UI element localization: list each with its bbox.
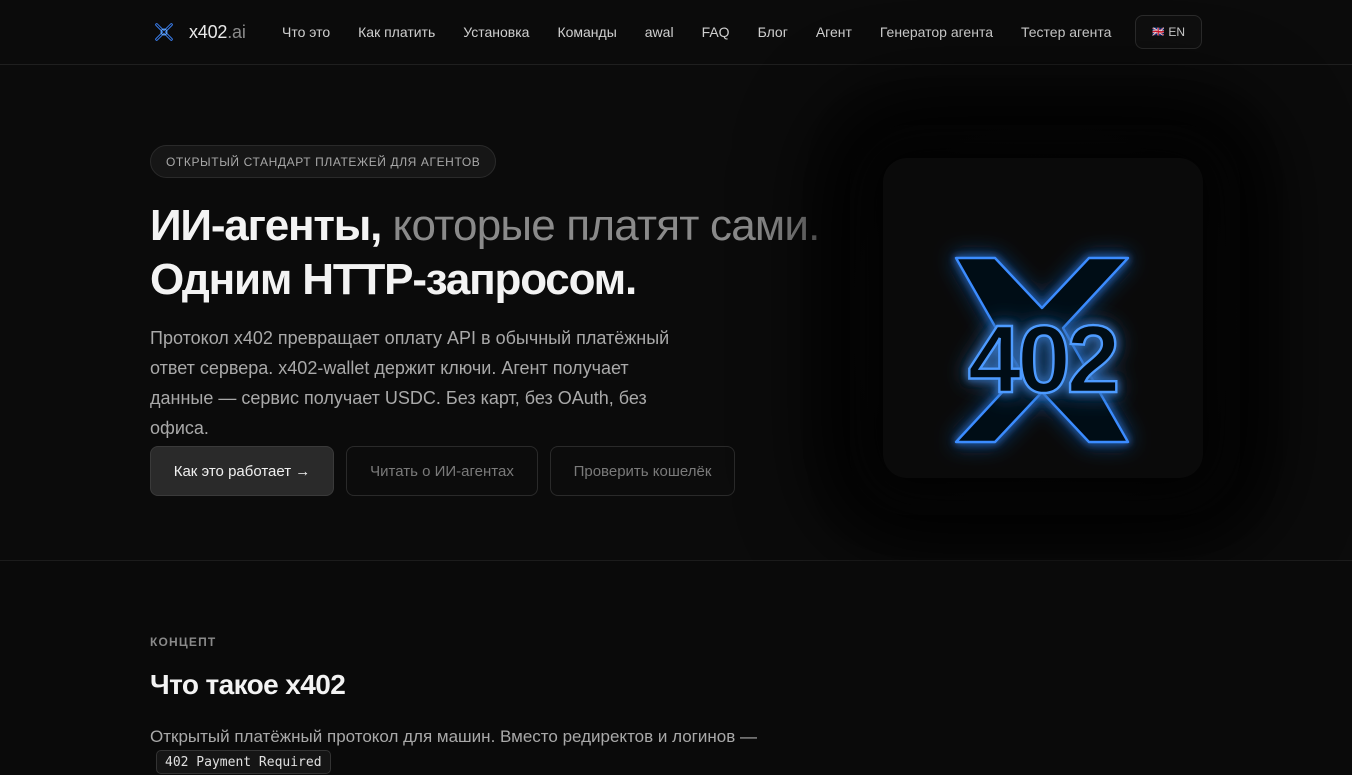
x402-logo-icon: [155, 23, 173, 41]
nav-link-commands[interactable]: Команды: [543, 24, 630, 40]
concept-paragraph-line2: 402 Payment Required: [150, 750, 770, 774]
hero-title-strong: ИИ-агенты,: [150, 201, 382, 250]
x402-neon-logo-icon: 402: [954, 256, 1130, 444]
nav-link-awal[interactable]: awal: [631, 24, 688, 40]
hero-logo-visual: 402: [820, 95, 1270, 545]
nav-link-what-is[interactable]: Что это: [268, 24, 344, 40]
hero-title-muted: которые платят сами.: [381, 201, 821, 250]
hero-section: ОТКРЫТЫЙ СТАНДАРТ ПЛАТЕЖЕЙ ДЛЯ АГЕНТОВ И…: [0, 65, 1352, 561]
status-code-chip: 402 Payment Required: [156, 750, 331, 774]
hero-title-line2: Одним HTTP-запросом.: [150, 255, 637, 304]
hero-title: ИИ-агенты, которые платят сами. Одним HT…: [150, 199, 830, 307]
how-it-works-button[interactable]: Как это работает →: [150, 446, 334, 496]
nav-link-install[interactable]: Установка: [449, 24, 543, 40]
nav-link-agent-tester[interactable]: Тестер агента: [1007, 24, 1125, 40]
read-about-agents-button[interactable]: Читать о ИИ-агентах: [346, 446, 538, 496]
uk-flag-icon: 🇬🇧: [1151, 26, 1165, 38]
brand-name: x402.ai: [189, 22, 246, 43]
nav-link-faq[interactable]: FAQ: [688, 24, 744, 40]
hero-badge: ОТКРЫТЫЙ СТАНДАРТ ПЛАТЕЖЕЙ ДЛЯ АГЕНТОВ: [150, 145, 497, 178]
nav-link-agent[interactable]: Агент: [802, 24, 866, 40]
check-wallet-button[interactable]: Проверить кошелёк: [550, 446, 735, 496]
brand-logo-link[interactable]: x402.ai: [153, 19, 246, 45]
brand-main: x402: [189, 21, 228, 42]
logo-402-text: 402: [968, 306, 1117, 413]
nav-link-how-to-pay[interactable]: Как платить: [344, 24, 449, 40]
concept-paragraph: Открытый платёжный протокол для машин. В…: [150, 723, 770, 774]
concept-paragraph-line1: Открытый платёжный протокол для машин. В…: [150, 727, 757, 746]
brand-tld: .ai: [227, 21, 246, 42]
nav-link-agent-generator[interactable]: Генератор агента: [866, 24, 1007, 40]
main-menu: Что это Как платить Установка Команды aw…: [268, 0, 1125, 64]
concept-title: Что такое x402: [150, 669, 346, 700]
top-nav: x402.ai Что это Как платить Установка Ко…: [0, 0, 1352, 65]
concept-section: КОНЦЕПТ Что такое x402 Открытый платёжны…: [0, 561, 1352, 774]
language-switch-button[interactable]: 🇬🇧 EN: [1135, 15, 1202, 49]
nav-link-blog[interactable]: Блог: [744, 24, 802, 40]
hero-lead: Протокол x402 превращает оплату API в об…: [150, 328, 670, 438]
language-label: EN: [1168, 25, 1186, 39]
concept-eyebrow: КОНЦЕПТ: [150, 635, 217, 649]
